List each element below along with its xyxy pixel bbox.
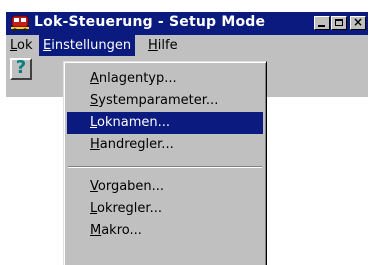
help-icon: ?	[15, 57, 27, 78]
menu-label-rest: akro...	[101, 223, 142, 238]
menu-item-lokregler[interactable]: Lokregler...	[67, 198, 263, 220]
app-window: Lok-Steuerung - Setup Mode × Lok Einstel…	[0, 0, 376, 265]
menu-item-handregler[interactable]: Handregler...	[67, 134, 263, 156]
menu-item-vorgaben[interactable]: Vorgaben...	[67, 176, 263, 198]
menu-item-anlagentyp[interactable]: Anlagentyp...	[67, 68, 263, 90]
window-title: Lok-Steuerung - Setup Mode	[34, 14, 266, 30]
menu-hilfe[interactable]: Hilfe	[144, 35, 182, 56]
close-icon: ×	[352, 15, 364, 29]
menu-lok[interactable]: Lok	[6, 35, 37, 56]
menu-item-systemparameter[interactable]: Systemparameter...	[67, 90, 263, 112]
help-button[interactable]: ?	[10, 57, 32, 80]
mnemonic-letter: L	[90, 201, 98, 216]
menu-label-rest: instellungen	[51, 38, 132, 53]
menu-label-rest: orgaben...	[97, 179, 165, 194]
mnemonic-letter: L	[90, 115, 98, 130]
menu-label-rest: okregler...	[97, 201, 162, 216]
menu-label-rest: andregler...	[99, 137, 174, 152]
maximize-icon	[335, 19, 343, 26]
minimize-icon	[318, 25, 325, 27]
menu-bar: Lok Einstellungen Hilfe	[6, 35, 368, 56]
mnemonic-letter: V	[90, 179, 98, 194]
menu-label-rest: ilfe	[157, 38, 178, 53]
menu-item-loknamen[interactable]: Loknamen...	[67, 112, 263, 134]
menu-label-rest: nlagentyp...	[98, 71, 177, 86]
menu-label-rest: ok	[17, 38, 33, 53]
einstellungen-dropdown: Anlagentyp... Systemparameter... Lokname…	[63, 61, 267, 265]
menu-item-makro[interactable]: Makro...	[67, 220, 263, 242]
mnemonic-letter: E	[43, 38, 52, 53]
mnemonic-letter: H	[90, 137, 100, 152]
train-icon	[11, 15, 29, 32]
menu-einstellungen[interactable]: Einstellungen	[39, 35, 136, 56]
title-bar[interactable]: Lok-Steuerung - Setup Mode ×	[6, 12, 368, 35]
menu-separator	[68, 166, 262, 168]
mnemonic-letter: L	[10, 38, 18, 53]
mnemonic-letter: M	[90, 223, 102, 238]
maximize-button[interactable]	[331, 16, 347, 30]
mnemonic-letter: H	[148, 38, 158, 53]
close-button[interactable]: ×	[350, 15, 366, 30]
menu-label-rest: oknamen...	[97, 115, 171, 130]
mnemonic-letter: A	[90, 71, 99, 86]
menu-label-rest: ystemparameter...	[98, 93, 219, 108]
minimize-button[interactable]	[314, 16, 330, 30]
